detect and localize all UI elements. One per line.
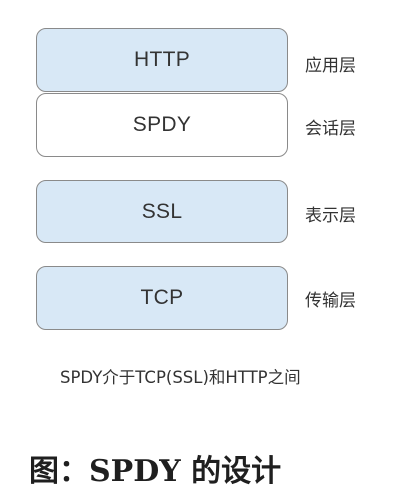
session-layer-label: 会话层 [305,119,356,139]
http-layer-box: HTTP [36,28,288,92]
spdy-layer-name: SPDY [132,113,192,136]
spdy-layer-box: SPDY [36,93,288,157]
diagram-note: SPDY介于TCP(SSL)和HTTP之间 [60,368,301,387]
tcp-layer-box: TCP [36,266,288,330]
ssl-layer-name: SSL [141,199,183,223]
ssl-layer-box: SSL [36,180,288,243]
figure-caption: 图：SPDY 的设计 [29,454,282,489]
presentation-layer-label: 表示层 [305,206,356,226]
http-layer-name: HTTP [133,48,191,71]
tcp-layer-name: TCP [140,286,184,309]
application-layer-label: 应用层 [305,56,356,76]
transport-layer-label: 传输层 [305,291,356,311]
